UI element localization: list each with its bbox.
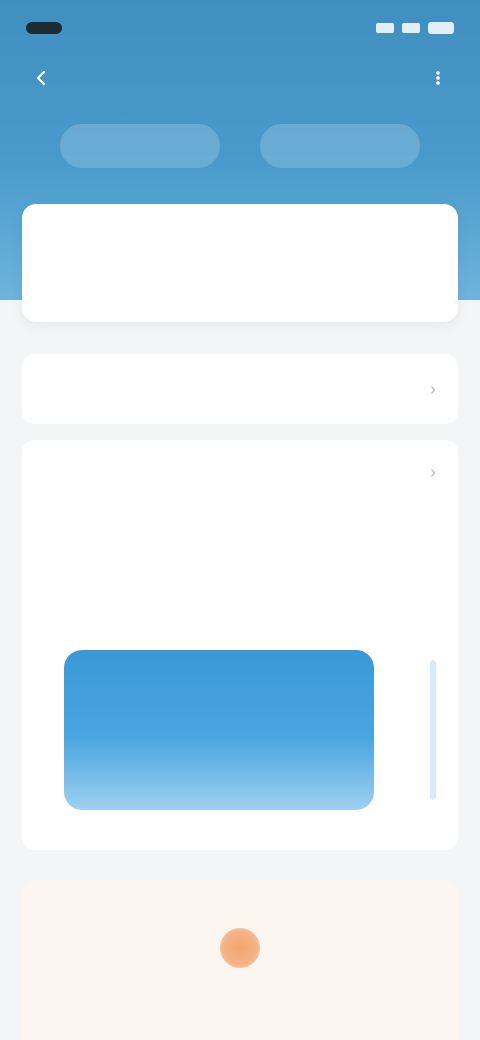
- status-time: [26, 22, 62, 34]
- back-button[interactable]: [28, 64, 56, 92]
- bottom-card[interactable]: [22, 880, 458, 1040]
- promo-card[interactable]: [64, 650, 374, 810]
- list-row[interactable]: ›: [22, 354, 458, 424]
- status-icons: [376, 22, 454, 34]
- carousel-next-card-edge[interactable]: [430, 660, 436, 800]
- sun-icon: [220, 928, 260, 968]
- panel-header: ›: [44, 462, 436, 483]
- more-button[interactable]: [424, 64, 452, 92]
- chevron-right-icon[interactable]: ›: [430, 462, 436, 483]
- tab-first[interactable]: [60, 124, 220, 168]
- segmented-tabs: [60, 124, 420, 172]
- tab-second[interactable]: [260, 124, 420, 168]
- more-icon: [436, 71, 440, 85]
- battery-icon: [428, 22, 454, 34]
- content-panel: ›: [22, 440, 458, 850]
- chevron-right-icon: ›: [430, 378, 436, 399]
- back-icon: [36, 70, 46, 86]
- wifi-icon: [402, 23, 420, 33]
- screen: › ›: [0, 0, 480, 1040]
- stats-card: [22, 204, 458, 322]
- status-bar: [0, 0, 480, 56]
- nav-bar: [0, 56, 480, 100]
- signal-icon: [376, 23, 394, 33]
